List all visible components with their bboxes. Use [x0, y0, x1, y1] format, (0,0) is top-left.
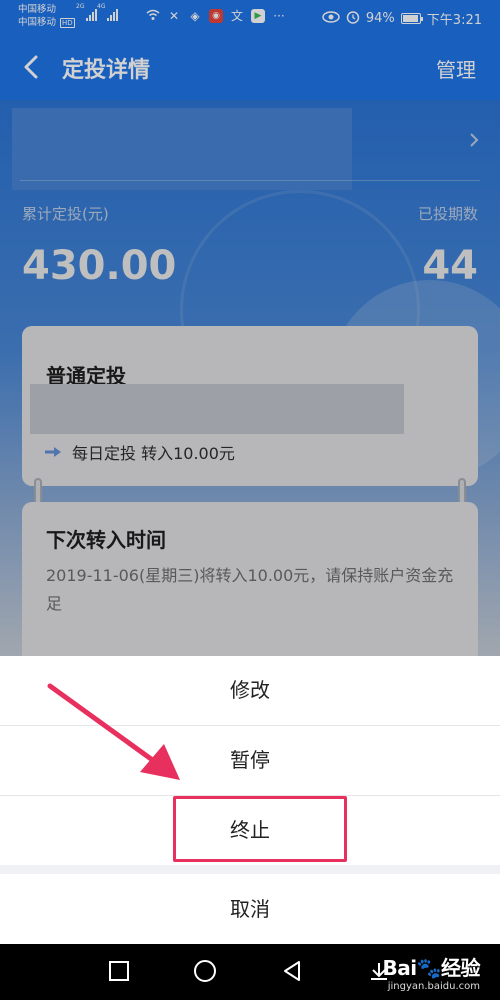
cancel-option[interactable]: 取消 — [0, 874, 500, 944]
alarm-icon — [346, 10, 360, 28]
battery-icon — [400, 13, 423, 24]
back-arrow-icon[interactable] — [20, 54, 44, 80]
network-type-2: 4G — [97, 3, 106, 10]
home-icon[interactable] — [193, 959, 217, 983]
watermark-url: jingyan.baidu.com — [387, 981, 480, 992]
signal-icon-2: 4G — [97, 3, 118, 21]
hd-badge: HD — [60, 17, 75, 28]
carrier-2: 中国移动 — [18, 17, 57, 28]
total-invested-value: 430.00 — [22, 243, 177, 289]
network-type-1: 2G — [76, 3, 85, 10]
baidu-jingyan-watermark: Bai🐾经验 jingyan.baidu.com — [383, 952, 481, 992]
plan-card: 普通定投 每日定投 转入10.00元 — [22, 326, 478, 486]
recent-apps-icon[interactable] — [108, 960, 130, 982]
next-transfer-desc: 2019-11-06(星期三)将转入10.00元，请保持账户资金充足 — [46, 566, 454, 613]
watermark-logo: Bai🐾经验 — [382, 956, 481, 980]
total-invested-label: 累计定投(元) — [22, 205, 109, 223]
manage-button[interactable]: 管理 — [436, 54, 476, 83]
plan-detail-text: 每日定投 转入10.00元 — [72, 444, 235, 463]
pointer-arrow-annotation — [47, 683, 180, 780]
carrier-1: 中国移动 — [18, 4, 57, 15]
periods-value: 44 — [422, 243, 478, 289]
carrier-info: 中国移动 中国移动 HD — [18, 3, 75, 29]
notification-icon: ✕ — [168, 9, 180, 23]
account-info-redacted[interactable] — [12, 108, 352, 190]
next-transfer-card: 下次转入时间 2019-11-06(星期三)将转入10.00元，请保持账户资金充… — [22, 502, 478, 656]
eye-icon — [322, 10, 340, 27]
nav-bar: 定投详情 管理 — [0, 34, 500, 100]
battery-percent: 94% — [365, 11, 395, 26]
clock: 下午3:21 — [426, 13, 482, 28]
plan-info-redacted — [30, 384, 404, 434]
right-arrow-icon — [45, 447, 61, 457]
status-bar: 中国移动 中国移动 HD 2G 4G ✕ ◈ ◉ 文 ▶ ··· 94% 下午3:… — [0, 0, 500, 34]
play-app-icon: ▶ — [251, 9, 265, 23]
chevron-right-icon[interactable] — [468, 130, 480, 150]
cancel-label: 取消 — [230, 897, 270, 921]
red-app-icon: ◉ — [209, 9, 223, 23]
plan-detail-row: 每日定投 转入10.00元 — [44, 440, 235, 464]
page-title: 定投详情 — [62, 58, 151, 83]
fund-investment-detail: 累计定投(元) 430.00 已投期数 44 普通定投 每日定投 转入10.00… — [0, 100, 500, 656]
wifi-icon — [146, 9, 160, 23]
signal-icon-1: 2G — [76, 3, 97, 21]
back-icon[interactable] — [281, 960, 303, 982]
highlight-box — [173, 796, 347, 862]
app-notification-icon: ◈ — [190, 9, 200, 23]
more-notifications: ··· — [273, 9, 285, 23]
translate-icon: 文 — [230, 9, 243, 23]
next-transfer-title: 下次转入时间 — [46, 528, 166, 552]
periods-label: 已投期数 — [417, 205, 478, 223]
divider — [20, 180, 480, 181]
system-navigation-bar: Bai🐾经验 jingyan.baidu.com — [0, 944, 500, 1000]
